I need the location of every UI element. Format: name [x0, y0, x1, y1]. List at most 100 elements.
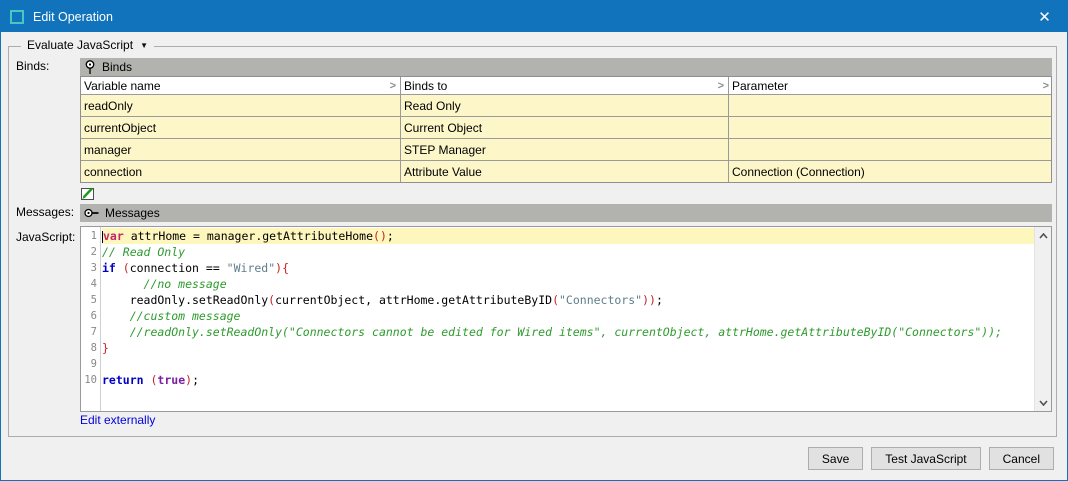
- code-token: }: [102, 341, 109, 355]
- edit-externally-link[interactable]: Edit externally: [80, 413, 155, 427]
- chevron-down-icon: ▼: [140, 41, 148, 50]
- cell-parameter[interactable]: Connection (Connection): [729, 161, 1053, 182]
- cell-binds-to[interactable]: Attribute Value: [401, 161, 729, 182]
- green-pencil-icon: [80, 185, 100, 202]
- cell-variable-name[interactable]: connection: [81, 161, 401, 182]
- column-header-label: Variable name: [84, 79, 161, 93]
- editor-vertical-scrollbar[interactable]: [1034, 227, 1051, 411]
- scroll-down-icon[interactable]: [1035, 395, 1051, 410]
- cell-binds-to[interactable]: Current Object: [401, 117, 729, 138]
- javascript-label: JavaScript:: [16, 230, 75, 244]
- binds-section-title: Binds: [102, 60, 132, 74]
- code-token: var: [103, 229, 124, 243]
- code-token: //custom message: [102, 309, 240, 323]
- cell-parameter[interactable]: [729, 95, 1053, 116]
- scroll-up-icon[interactable]: [1035, 228, 1051, 243]
- binds-label: Binds:: [16, 59, 49, 73]
- edit-binds-button[interactable]: [80, 184, 100, 202]
- code-token: ){: [275, 261, 289, 275]
- table-row[interactable]: readOnly Read Only: [81, 94, 1051, 116]
- cell-variable-name[interactable]: manager: [81, 139, 401, 160]
- code-token: // Read Only: [102, 245, 185, 259]
- test-javascript-button[interactable]: Test JavaScript: [871, 447, 980, 470]
- code-token: "Connectors": [559, 293, 642, 307]
- code-token: return: [102, 373, 144, 387]
- column-header-variable-name[interactable]: Variable name >: [81, 77, 401, 94]
- code-token: readOnly.setReadOnly: [102, 293, 268, 307]
- column-header-parameter[interactable]: Parameter >: [729, 77, 1053, 94]
- editor-gutter: 12345678910: [81, 227, 101, 411]
- binds-table-header: Variable name > Binds to > Parameter >: [81, 77, 1051, 94]
- code-token: attrHome = manager.getAttributeHome: [124, 229, 373, 243]
- code-token: connection ==: [130, 261, 227, 275]
- code-line[interactable]: var attrHome = manager.getAttributeHome(…: [102, 228, 1034, 244]
- code-token: //readOnly.setReadOnly("Connectors canno…: [102, 325, 1002, 339]
- code-line[interactable]: //readOnly.setReadOnly("Connectors canno…: [102, 324, 1034, 340]
- binds-section-header: Binds: [80, 58, 1052, 76]
- table-row[interactable]: connection Attribute Value Connection (C…: [81, 160, 1051, 182]
- window-title: Edit Operation: [33, 10, 113, 24]
- line-number: 4: [81, 276, 100, 292]
- code-token: ;: [387, 229, 394, 243]
- app-icon: [10, 10, 24, 24]
- code-line[interactable]: // Read Only: [102, 244, 1034, 260]
- line-number: 7: [81, 324, 100, 340]
- messages-label: Messages:: [16, 205, 74, 219]
- code-token: ;: [192, 373, 199, 387]
- close-icon[interactable]: ✕: [1022, 1, 1067, 32]
- code-line[interactable]: readOnly.setReadOnly (currentObject, attr…: [102, 292, 1034, 308]
- cell-binds-to[interactable]: Read Only: [401, 95, 729, 116]
- save-button[interactable]: Save: [808, 447, 863, 470]
- table-row[interactable]: manager STEP Manager: [81, 138, 1051, 160]
- editor-code[interactable]: var attrHome = manager.getAttributeHome(…: [102, 227, 1034, 411]
- cell-variable-name[interactable]: readOnly: [81, 95, 401, 116]
- line-number: 9: [81, 356, 100, 372]
- dialog-buttons: Save Test JavaScript Cancel: [808, 447, 1054, 470]
- chevron-right-icon[interactable]: >: [1043, 80, 1049, 92]
- code-token: ;: [656, 293, 663, 307]
- code-token: currentObject, attrHome.getAttributeByID: [275, 293, 552, 307]
- column-header-binds-to[interactable]: Binds to >: [401, 77, 729, 94]
- chevron-right-icon[interactable]: >: [718, 80, 724, 92]
- line-number: 3: [81, 260, 100, 276]
- column-header-label: Parameter: [732, 79, 788, 93]
- cell-binds-to[interactable]: STEP Manager: [401, 139, 729, 160]
- edit-operation-dialog: Edit Operation ✕ Evaluate JavaScript ▼ B…: [0, 0, 1068, 481]
- code-token: true: [157, 373, 185, 387]
- code-token: (): [373, 229, 387, 243]
- code-token: //no message: [102, 277, 227, 291]
- line-number: 6: [81, 308, 100, 324]
- titlebar: Edit Operation ✕: [1, 1, 1067, 32]
- cell-parameter[interactable]: [729, 117, 1053, 138]
- line-number: 1: [81, 228, 100, 244]
- binds-table: Variable name > Binds to > Parameter > r…: [80, 76, 1052, 183]
- line-number: 2: [81, 244, 100, 260]
- cell-variable-name[interactable]: currentObject: [81, 117, 401, 138]
- code-line[interactable]: //no message: [102, 276, 1034, 292]
- code-token: [116, 261, 123, 275]
- code-token: (: [123, 261, 130, 275]
- pin-icon: [83, 59, 97, 75]
- code-line[interactable]: //custom message: [102, 308, 1034, 324]
- cell-parameter[interactable]: [729, 139, 1053, 160]
- chevron-right-icon[interactable]: >: [390, 80, 396, 92]
- operation-type-dropdown[interactable]: Evaluate JavaScript ▼: [21, 38, 154, 52]
- cancel-button[interactable]: Cancel: [989, 447, 1054, 470]
- code-token: (: [552, 293, 559, 307]
- javascript-editor[interactable]: 12345678910 var attrHome = manager.getAt…: [80, 226, 1052, 412]
- key-icon: [83, 206, 100, 220]
- line-number: 8: [81, 340, 100, 356]
- line-number: 10: [81, 372, 100, 388]
- messages-section-title: Messages: [105, 206, 160, 220]
- code-line[interactable]: [102, 356, 1034, 372]
- code-token: if: [102, 261, 116, 275]
- operation-type-label: Evaluate JavaScript: [27, 38, 133, 52]
- messages-section-header: Messages: [80, 204, 1052, 222]
- code-line[interactable]: if (connection == "Wired"){: [102, 260, 1034, 276]
- code-line[interactable]: return (true);: [102, 372, 1034, 388]
- code-line[interactable]: }: [102, 340, 1034, 356]
- operation-groupbox: Evaluate JavaScript ▼ Binds: Messages: J…: [8, 46, 1057, 437]
- table-row[interactable]: currentObject Current Object: [81, 116, 1051, 138]
- line-number: 5: [81, 292, 100, 308]
- column-header-label: Binds to: [404, 79, 447, 93]
